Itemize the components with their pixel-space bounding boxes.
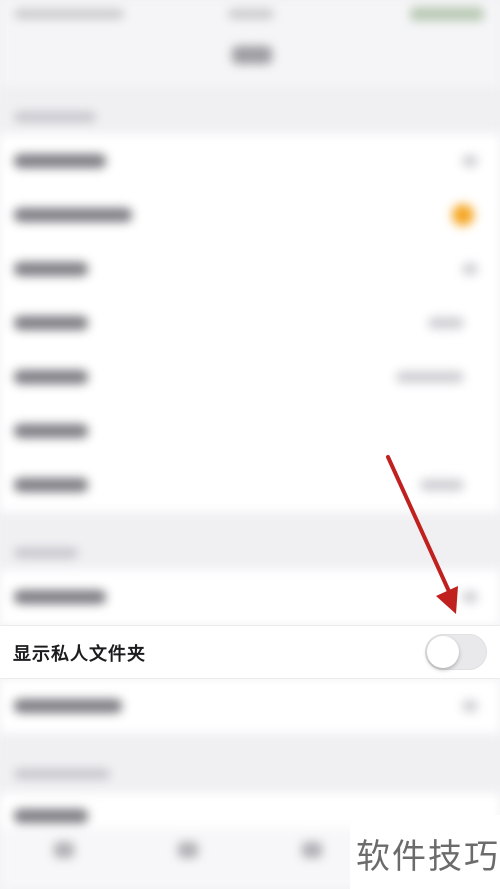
settings-screen: 显示私人文件夹 软件技巧 — [0, 0, 500, 889]
navigation-bar — [0, 30, 500, 86]
toggle-knob — [427, 636, 459, 668]
show-private-folder-label: 显示私人文件夹 — [13, 644, 146, 665]
show-private-folder-row[interactable]: 显示私人文件夹 — [0, 625, 500, 679]
blurred-background — [0, 0, 500, 889]
status-bar — [0, 0, 500, 30]
show-private-folder-toggle[interactable] — [425, 634, 487, 670]
watermark: 软件技巧 — [350, 815, 500, 889]
watermark-text: 软件技巧 — [356, 837, 500, 877]
